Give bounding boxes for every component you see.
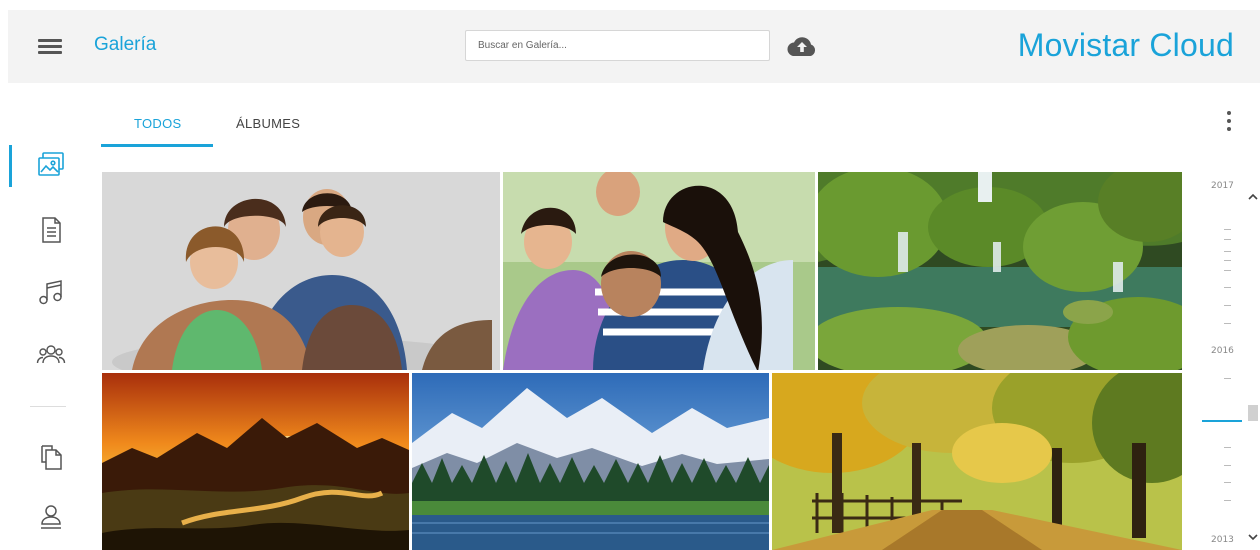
copy-icon[interactable]	[36, 442, 66, 472]
timeline-year[interactable]: 2013	[1211, 535, 1234, 545]
music-icon[interactable]	[36, 278, 66, 308]
timeline-tick	[1224, 500, 1231, 501]
timeline-tick	[1224, 260, 1231, 261]
timeline-year[interactable]: 2016	[1211, 346, 1234, 356]
tab-albumes[interactable]: ÁLBUMES	[236, 116, 300, 131]
gallery-icon[interactable]	[36, 150, 66, 180]
timeline-tick	[1224, 482, 1231, 483]
timeline-tick	[1224, 229, 1231, 230]
timeline-tick	[1224, 465, 1231, 466]
chevron-up-icon[interactable]	[1247, 190, 1259, 202]
active-tab-indicator	[101, 144, 213, 147]
timeline-tick	[1224, 251, 1231, 252]
gallery-photo-family-portrait[interactable]	[102, 172, 500, 370]
tab-todos[interactable]: TODOS	[134, 116, 182, 131]
timeline-tick	[1224, 239, 1231, 240]
gallery-photo-sunset-canyon[interactable]	[102, 373, 409, 550]
section-title: Galería	[94, 34, 157, 55]
timeline-tick	[1224, 378, 1231, 379]
cloud-upload-icon[interactable]	[786, 34, 818, 58]
timeline-tick	[1224, 287, 1231, 288]
gallery-photo-family-playing[interactable]	[503, 172, 815, 370]
gallery-photo-autumn-park-path[interactable]	[772, 373, 1182, 550]
timeline-tick	[1224, 447, 1231, 448]
document-icon[interactable]	[36, 215, 66, 245]
brand-logo: Movistar Cloud	[1017, 27, 1234, 63]
timeline-position-indicator[interactable]	[1202, 420, 1242, 422]
hamburger-menu-icon[interactable]	[38, 36, 62, 56]
timeline-tick	[1224, 270, 1231, 271]
timeline-tick	[1224, 305, 1231, 306]
more-options-icon[interactable]	[1222, 108, 1236, 134]
scrollbar-thumb[interactable]	[1248, 405, 1258, 421]
timeline-tick	[1224, 323, 1231, 324]
chevron-down-icon[interactable]	[1247, 530, 1259, 542]
top-bar: Galería Movistar Cloud	[8, 10, 1260, 83]
sidebar-active-indicator	[9, 145, 12, 187]
user-icon[interactable]	[36, 502, 66, 532]
timeline-year[interactable]: 2017	[1211, 181, 1234, 191]
app-root: Galería Movistar Cloud TODOS ÁLBUMES	[0, 0, 1260, 550]
gallery-photo-mossy-waterfall[interactable]	[818, 172, 1182, 370]
contacts-icon[interactable]	[36, 340, 66, 370]
gallery-photo-snowy-mountains-lake[interactable]	[412, 373, 769, 550]
search-input[interactable]	[465, 30, 770, 61]
sidebar-divider	[30, 406, 66, 407]
